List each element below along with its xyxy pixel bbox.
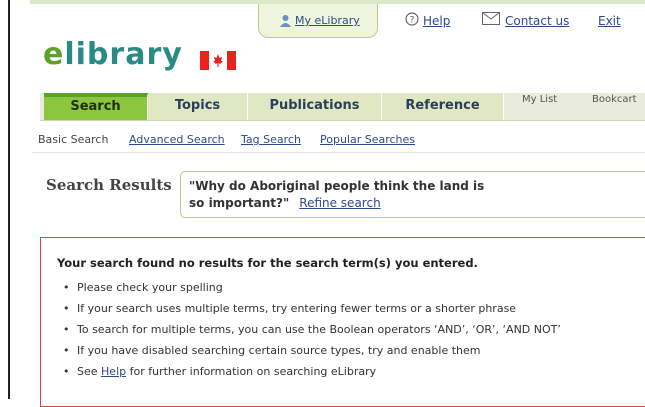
search-query-box: "Why do Aboriginal people think the land… (180, 171, 645, 218)
list-item: To search for multiple terms, you can us… (63, 323, 561, 344)
logo-library: library (64, 37, 183, 72)
envelope-icon[interactable] (482, 12, 500, 29)
subnav-basic-search[interactable]: Basic Search (38, 133, 108, 146)
subnav-tag-search[interactable]: Tag Search (241, 133, 301, 146)
contact-us-link[interactable]: Contact us (505, 14, 569, 28)
refine-search-link[interactable]: Refine search (299, 196, 380, 210)
tab-topics[interactable]: Topics (148, 93, 248, 120)
list-item: If you have disabled searching certain s… (63, 344, 561, 365)
list-item: Please check your spelling (63, 281, 561, 302)
subnav-advanced-search[interactable]: Advanced Search (129, 133, 225, 146)
list-item: See Help for further information on sear… (63, 365, 561, 386)
tab-reference[interactable]: Reference (382, 93, 504, 120)
see-text: See (77, 365, 98, 378)
subnav-divider (32, 152, 645, 153)
help-inline-link[interactable]: Help (101, 365, 126, 378)
elibrary-logo[interactable]: elibrary (43, 37, 183, 72)
user-icon (279, 14, 292, 30)
suggestion-list: Please check your spelling If your searc… (63, 281, 561, 386)
canada-flag-icon (200, 51, 236, 70)
main-nav: Search Topics Publications Reference My … (40, 90, 645, 121)
search-results-heading: Search Results (46, 176, 172, 194)
search-query-line-2: so important?" (189, 196, 290, 210)
my-elibrary-link[interactable]: My eLibrary (295, 14, 360, 27)
page-left-border (8, 0, 10, 399)
no-results-title: Your search found no results for the sea… (57, 256, 478, 270)
exit-link[interactable]: Exit (598, 14, 621, 28)
bookcart-link[interactable]: Bookcart (592, 94, 637, 105)
my-list-link[interactable]: My List (522, 94, 557, 105)
tab-publications[interactable]: Publications (248, 93, 382, 120)
search-query-line-1: "Why do Aboriginal people think the land… (189, 179, 485, 193)
list-item: If your search uses multiple terms, try … (63, 302, 561, 323)
tab-search[interactable]: Search (44, 93, 148, 120)
logo-e: e (43, 37, 65, 72)
no-results-message: Your search found no results for the sea… (40, 237, 645, 407)
help-link[interactable]: Help (423, 14, 450, 28)
svg-text:?: ? (410, 16, 415, 26)
subnav-popular-searches[interactable]: Popular Searches (320, 133, 415, 146)
further-info-text: for further information on searching eLi… (129, 365, 377, 378)
my-elibrary-tab[interactable]: My eLibrary (258, 4, 378, 38)
help-icon[interactable]: ? (405, 12, 419, 30)
